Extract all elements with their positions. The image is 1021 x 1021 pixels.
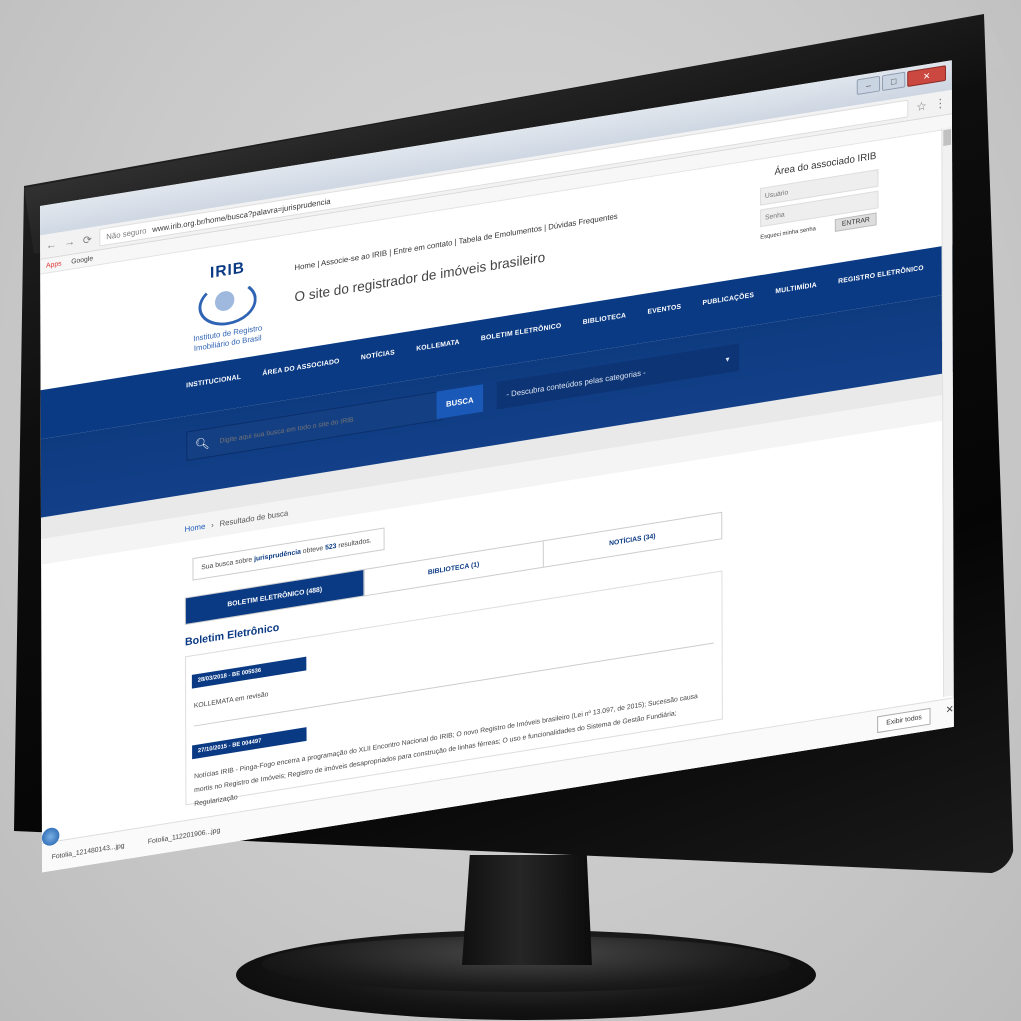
close-icon[interactable]: ✕ xyxy=(946,704,954,716)
search-input[interactable] xyxy=(217,405,416,446)
logo-text: IRIB xyxy=(210,259,245,282)
nav-item-eventos[interactable]: EVENTOS xyxy=(647,304,681,316)
bookmark-google[interactable]: Google xyxy=(71,255,93,265)
summary-count: 523 xyxy=(325,542,337,552)
associate-login: Área do associado IRIB Esqueci minha sen… xyxy=(760,151,879,244)
search-icon: 🔍︎ xyxy=(195,435,210,452)
nav-item-noticias[interactable]: NOTÍCIAS xyxy=(361,349,395,361)
nav-item-biblioteca[interactable]: BIBLIOTECA xyxy=(583,312,626,326)
scrollbar-thumb[interactable] xyxy=(943,129,952,146)
browser-menu-icon[interactable]: ⋮ xyxy=(934,96,946,112)
nav-item-kollemata[interactable]: KOLLEMATA xyxy=(416,339,459,353)
forgot-password-link[interactable]: Esqueci minha senha xyxy=(760,226,816,241)
reload-icon[interactable]: ⟳ xyxy=(83,233,92,247)
download-item[interactable]: Fotolia_121480143...jpg xyxy=(52,842,125,861)
security-label: Não seguro xyxy=(106,225,147,241)
summary-middle: obteve xyxy=(302,545,324,556)
nav-item-multimidia[interactable]: MULTIMÍDIA xyxy=(775,282,816,295)
bookmark-apps[interactable]: Apps xyxy=(46,260,62,269)
forward-icon[interactable]: → xyxy=(64,236,75,249)
monitor-stand-neck xyxy=(462,855,592,965)
monitor: – □ ✕ ← → ⟳ Não seguro www.irib.org.br/h… xyxy=(0,0,1021,1021)
breadcrumb-current: Resultado de busca xyxy=(219,508,289,528)
irib-logo[interactable]: IRIB Instituto de Registro Imobiliário d… xyxy=(184,255,272,355)
download-item[interactable]: Fotolia_112201906...jpg xyxy=(148,827,220,845)
back-icon[interactable]: ← xyxy=(46,239,57,252)
nav-item-institucional[interactable]: INSTITUCIONAL xyxy=(186,374,241,390)
breadcrumb-home[interactable]: Home xyxy=(185,521,206,533)
maximize-button[interactable]: □ xyxy=(881,71,906,92)
logo-caption: Instituto de Registro Imobiliário do Bra… xyxy=(193,323,263,353)
summary-prefix: Sua busca sobre xyxy=(201,556,253,572)
show-all-downloads-button[interactable]: Exibir todos xyxy=(877,707,931,733)
breadcrumb-separator-icon: › xyxy=(211,519,214,530)
minimize-button[interactable]: – xyxy=(856,75,881,96)
nav-item-boletim[interactable]: BOLETIM ELETRÔNICO xyxy=(481,323,561,343)
nav-item-registro-eletronico[interactable]: REGISTRO ELETRÔNICO xyxy=(838,265,924,286)
close-window-button[interactable]: ✕ xyxy=(907,65,947,88)
laurel-emblem-icon xyxy=(198,277,257,330)
search-button[interactable]: BUSCA xyxy=(436,384,484,420)
category-select-label: - Descubra conteúdos pelas categorias - xyxy=(506,367,646,399)
scrollbar[interactable] xyxy=(941,126,954,698)
nav-item-area-associado[interactable]: ÁREA DO ASSOCIADO xyxy=(262,358,339,377)
enter-button[interactable]: ENTRAR xyxy=(835,212,877,232)
bookmark-star-icon[interactable]: ☆ xyxy=(916,99,926,114)
summary-term: jurisprudência xyxy=(254,548,301,563)
chevron-down-icon: ▾ xyxy=(725,354,730,364)
summary-suffix: resultados. xyxy=(338,537,372,550)
nav-item-publicacoes[interactable]: PUBLICAÇÕES xyxy=(703,292,755,307)
